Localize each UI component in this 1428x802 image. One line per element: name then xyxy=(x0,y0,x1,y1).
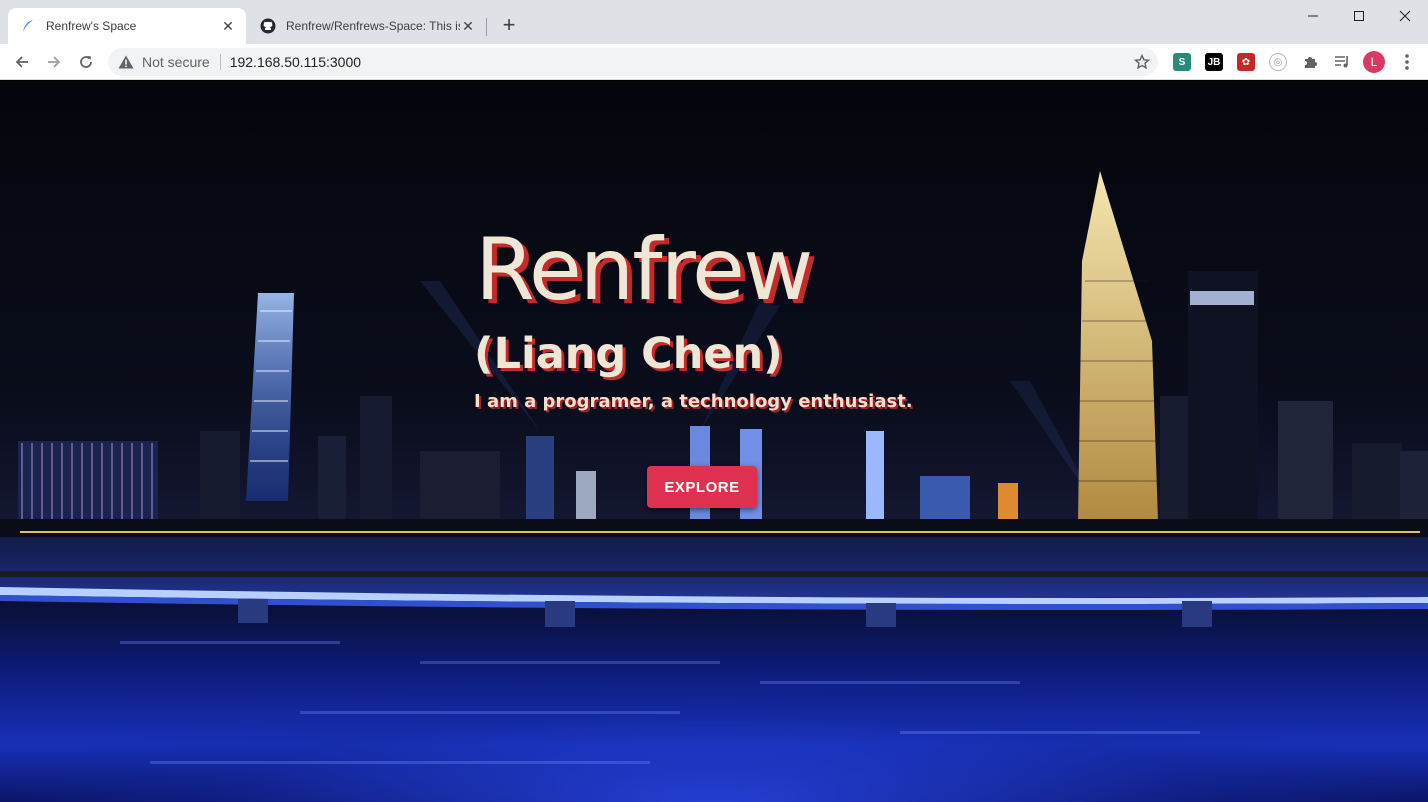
tab-close-icon[interactable]: ✕ xyxy=(220,18,236,34)
feather-icon xyxy=(20,18,36,34)
hero-name: Renfrew xyxy=(475,220,813,320)
tab-renfrews-space[interactable]: Renfrew's Space ✕ xyxy=(8,8,246,44)
minimize-button[interactable] xyxy=(1290,0,1336,32)
jetbrains-icon[interactable]: JB xyxy=(1205,53,1223,71)
address-bar[interactable]: Not secure 192.168.50.115:3000 xyxy=(108,48,1158,76)
tab-strip: Renfrew's Space ✕ Renfrew/Renfrews-Space… xyxy=(0,0,1428,44)
tab-github-repo[interactable]: Renfrew/Renfrews-Space: This is ✕ xyxy=(248,8,486,44)
maximize-icon xyxy=(1354,11,1364,21)
browser-toolbar: Not secure 192.168.50.115:3000 S JB ✿ ◎ … xyxy=(0,44,1428,80)
tab-title: Renfrew/Renfrews-Space: This is xyxy=(286,19,460,33)
reload-button[interactable] xyxy=(74,50,98,74)
city-skyline-background xyxy=(0,171,1428,764)
omnibox-divider xyxy=(219,54,221,70)
github-icon xyxy=(260,18,276,34)
more-menu-icon[interactable] xyxy=(1398,52,1416,72)
explore-button[interactable]: EXPLORE xyxy=(647,466,757,508)
reload-icon xyxy=(80,56,92,68)
security-label[interactable]: Not secure xyxy=(142,54,210,70)
media-queue-icon[interactable] xyxy=(1333,53,1351,71)
tab-divider xyxy=(486,18,487,36)
maximize-button[interactable] xyxy=(1336,0,1382,32)
circle-extension-icon[interactable]: ◎ xyxy=(1269,53,1287,71)
hero-section: Renfrew (Liang Chen) I am a programer, a… xyxy=(0,81,1428,802)
back-button[interactable] xyxy=(10,50,34,74)
hero-tagline: I am a programer, a technology enthusias… xyxy=(474,391,913,412)
url-text[interactable]: 192.168.50.115:3000 xyxy=(230,54,361,70)
hero-real-name: (Liang Chen) xyxy=(474,329,783,379)
tab-title: Renfrew's Space xyxy=(46,19,137,33)
close-window-button[interactable] xyxy=(1382,0,1428,32)
new-tab-button[interactable]: + xyxy=(498,14,520,37)
back-arrow-icon xyxy=(15,56,28,68)
warning-icon[interactable] xyxy=(118,54,134,70)
tab-close-icon[interactable]: ✕ xyxy=(460,18,476,34)
profile-avatar[interactable]: L xyxy=(1363,51,1385,73)
red-extension-icon[interactable]: ✿ xyxy=(1237,53,1255,71)
stylus-icon[interactable]: S xyxy=(1173,53,1191,71)
forward-arrow-icon xyxy=(48,56,61,68)
close-icon xyxy=(1399,10,1411,22)
forward-button[interactable] xyxy=(42,50,66,74)
bookmark-star-icon[interactable] xyxy=(1133,53,1151,70)
puzzle-icon[interactable] xyxy=(1301,53,1319,71)
minimize-icon xyxy=(1308,15,1318,17)
